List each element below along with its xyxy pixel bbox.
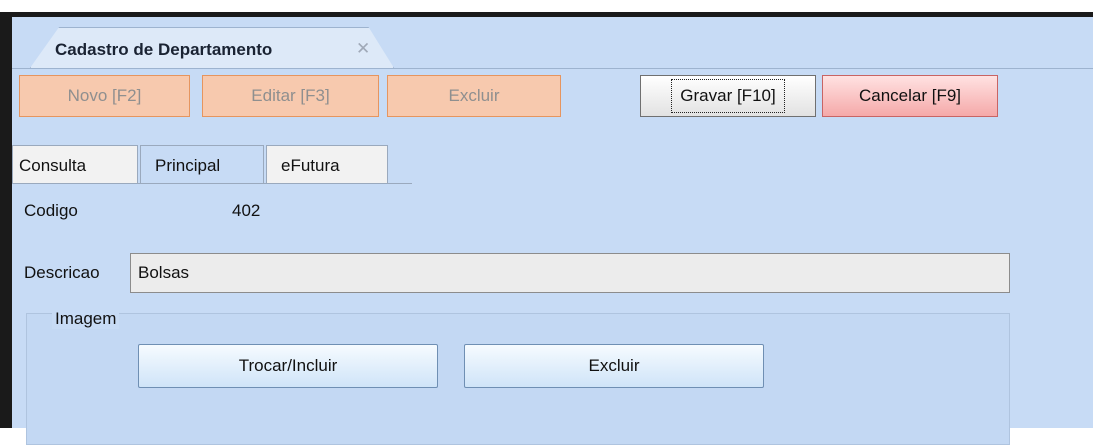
- tab-efutura-label: eFutura: [281, 156, 340, 175]
- excluir-toolbar-button-label: Excluir: [448, 86, 500, 105]
- cancelar-button-label: Cancelar [F9]: [858, 86, 962, 105]
- descricao-field[interactable]: Bolsas: [130, 253, 1010, 293]
- document-tab-title: Cadastro de Departamento: [55, 40, 273, 59]
- trocar-incluir-button-label: Trocar/Incluir: [238, 356, 338, 375]
- tab-strip-divider: [12, 183, 412, 184]
- excluir-toolbar-button[interactable]: Excluir: [387, 75, 561, 117]
- cancelar-button[interactable]: Cancelar [F9]: [822, 75, 998, 117]
- excluir-imagem-button[interactable]: Excluir: [464, 344, 764, 388]
- close-icon[interactable]: ✕: [356, 39, 370, 59]
- excluir-imagem-button-label: Excluir: [588, 356, 640, 375]
- editar-button-label: Editar [F3]: [251, 86, 330, 105]
- tab-efutura[interactable]: eFutura: [266, 145, 388, 183]
- window-frame: Cadastro de Departamento ✕ Novo [F2] Edi…: [0, 0, 1093, 445]
- descricao-value: Bolsas: [138, 263, 190, 282]
- gravar-button[interactable]: Gravar [F10]: [640, 75, 816, 117]
- novo-button[interactable]: Novo [F2]: [19, 75, 190, 117]
- tab-principal[interactable]: Principal: [140, 145, 264, 183]
- tab-consulta-label: Consulta: [19, 156, 87, 175]
- form-panel: Cadastro de Departamento ✕ Novo [F2] Edi…: [12, 17, 1093, 445]
- tab-principal-label: Principal: [155, 156, 221, 175]
- descricao-label: Descricao: [24, 263, 100, 282]
- tab-consulta[interactable]: Consulta: [12, 145, 138, 183]
- codigo-label: Codigo: [24, 201, 78, 220]
- editar-button[interactable]: Editar [F3]: [202, 75, 379, 117]
- window-left-border: [0, 12, 12, 428]
- gravar-button-label: Gravar [F10]: [671, 79, 785, 113]
- trocar-incluir-button[interactable]: Trocar/Incluir: [138, 344, 438, 388]
- tab-divider: [12, 68, 1093, 69]
- codigo-value: 402: [232, 201, 261, 220]
- imagem-group-label: Imagem: [52, 309, 120, 329]
- novo-button-label: Novo [F2]: [67, 86, 142, 105]
